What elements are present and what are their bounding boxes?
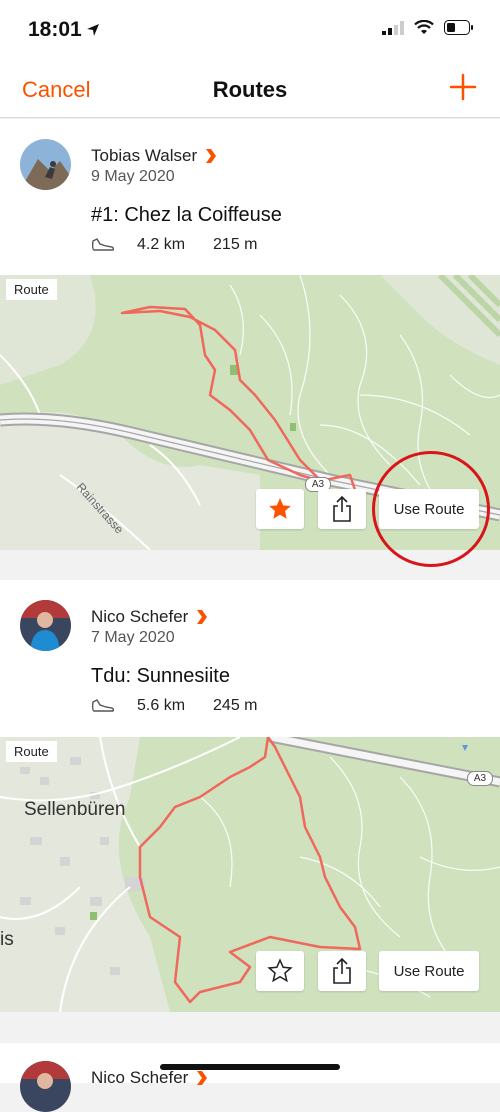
use-route-button[interactable]: Use Route [379, 951, 479, 991]
athlete-name[interactable]: Nico Schefer [91, 607, 188, 627]
share-icon [333, 495, 351, 522]
add-route-button[interactable] [448, 72, 478, 102]
shoe-icon [91, 238, 115, 251]
wifi-icon [414, 20, 434, 34]
route-stats: 5.6 km 245 m [91, 697, 257, 715]
map-type-label: Route [6, 279, 57, 300]
route-title[interactable]: Tdu: Sunnesiite [91, 665, 230, 688]
cellular-signal-icon [382, 20, 404, 35]
town-label: Sellenbüren [24, 799, 126, 820]
avatar[interactable] [20, 1061, 71, 1112]
chevron-badge-icon [197, 610, 208, 624]
route-stats: 4.2 km 215 m [91, 236, 257, 254]
athlete-photo [20, 1061, 71, 1112]
highway-shield: A3 [467, 771, 493, 786]
route-map[interactable]: Route Rainstrasse A3 Use Route [0, 275, 500, 550]
status-bar: 18:01 [0, 0, 500, 60]
share-button[interactable] [318, 951, 366, 991]
route-elevation: 215 m [213, 236, 258, 253]
route-map[interactable]: Route Sellenbüren is A3 Use Route [0, 737, 500, 1012]
use-route-button[interactable]: Use Route [379, 489, 479, 529]
share-button[interactable] [318, 489, 366, 529]
cancel-button[interactable]: Cancel [22, 77, 90, 103]
location-arrow-icon [87, 24, 99, 36]
route-title[interactable]: #1: Chez la Coiffeuse [91, 204, 282, 227]
home-indicator[interactable] [160, 1064, 340, 1070]
route-date: 7 May 2020 [91, 629, 175, 646]
status-icons [382, 20, 474, 35]
athlete-row[interactable]: Nico Schefer [91, 1068, 208, 1088]
star-outline-icon [267, 958, 293, 983]
favorite-button[interactable] [256, 489, 304, 529]
route-elevation: 245 m [213, 697, 258, 714]
favorite-button[interactable] [256, 951, 304, 991]
shoe-icon [91, 699, 115, 712]
status-time: 18:01 [28, 18, 82, 41]
avatar[interactable] [20, 600, 71, 651]
town-label-partial: is [0, 929, 14, 950]
route-distance: 4.2 km [137, 236, 186, 253]
navigation-bar: Cancel Routes [0, 60, 500, 118]
athlete-row[interactable]: Tobias Walser [91, 146, 217, 166]
chevron-badge-icon [206, 149, 217, 163]
route-card[interactable]: Tobias Walser 9 May 2020 #1: Chez la Coi… [0, 119, 500, 550]
athlete-photo [20, 600, 71, 651]
route-distance: 5.6 km [137, 697, 186, 714]
athlete-name[interactable]: Nico Schefer [91, 1068, 188, 1088]
map-type-label: Route [6, 741, 57, 762]
route-card[interactable]: Nico Schefer [0, 1043, 500, 1112]
athlete-photo [20, 139, 71, 190]
athlete-row[interactable]: Nico Schefer [91, 607, 208, 627]
avatar[interactable] [20, 139, 71, 190]
battery-icon [444, 20, 473, 35]
star-filled-icon [269, 498, 291, 519]
share-icon [333, 957, 351, 984]
athlete-name[interactable]: Tobias Walser [91, 146, 197, 166]
route-date: 9 May 2020 [91, 168, 175, 185]
route-card[interactable]: Nico Schefer 7 May 2020 Tdu: Sunnesiite … [0, 580, 500, 1012]
